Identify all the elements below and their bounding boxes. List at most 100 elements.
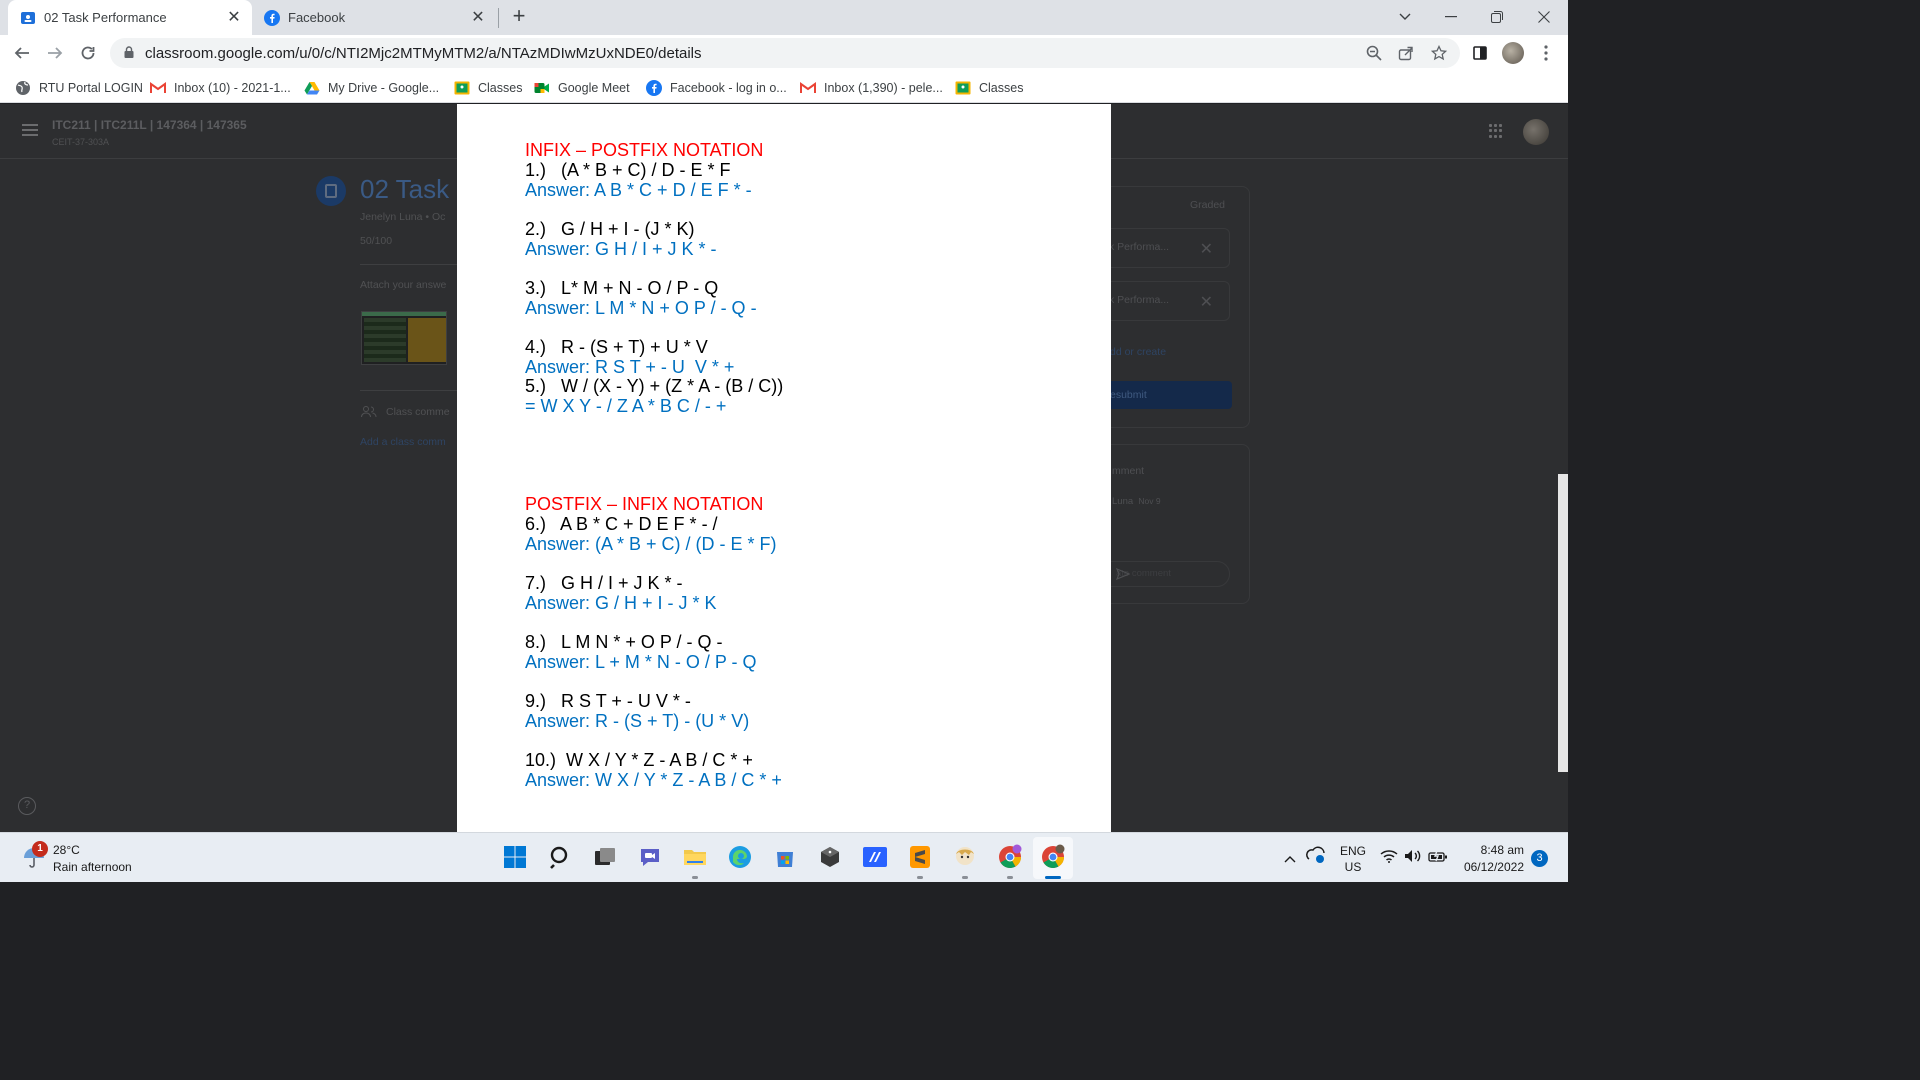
class-section: CEIT-37-303A: [52, 137, 110, 147]
remove-attachment-icon[interactable]: ✕: [1200, 292, 1213, 312]
question-8: 8.) L M N * + O P / - Q -: [525, 632, 723, 652]
chrome-profile-icon[interactable]: [997, 844, 1023, 870]
resubmit-label: esubmit: [1110, 389, 1147, 401]
bookmark-label: Inbox (1,390) - pele...: [824, 81, 943, 95]
tab-search-icon[interactable]: [1382, 0, 1428, 33]
input-language[interactable]: ENG US: [1340, 843, 1366, 875]
bookmark-my-drive[interactable]: My Drive - Google...: [304, 79, 439, 97]
volume-icon[interactable]: [1404, 849, 1422, 866]
address-bar[interactable]: classroom.google.com/u/0/c/NTI2Mjc2MTMyM…: [110, 38, 1460, 68]
bookmark-classes-2[interactable]: Classes: [955, 79, 1023, 97]
game-app-icon[interactable]: [952, 844, 978, 870]
tab-task-performance[interactable]: 02 Task Performance ✕: [8, 0, 252, 35]
assignment-points: 50/100: [360, 235, 393, 247]
bookmark-star-icon[interactable]: [1430, 44, 1448, 62]
question-6: 6.) A B * C + D E F * - /: [525, 514, 718, 534]
question-9: 9.) R S T + - U V * -: [525, 691, 691, 711]
add-class-comment-link[interactable]: Add a class comm: [360, 436, 446, 448]
close-window-button[interactable]: [1521, 0, 1567, 33]
task-view-icon[interactable]: [592, 844, 618, 870]
answer-9: Answer: R - (S + T) - (U * V): [525, 711, 750, 731]
add-or-create-button[interactable]: dd or create: [1110, 346, 1166, 358]
running-indicator: [692, 876, 698, 879]
language-code: ENG: [1340, 844, 1367, 858]
weather-description[interactable]: Rain afternoon: [53, 860, 132, 874]
bookmark-label: Google Meet: [558, 81, 630, 95]
graded-status: Graded: [1190, 199, 1226, 211]
tab-close-icon[interactable]: ✕: [470, 9, 486, 26]
bookmark-facebook[interactable]: Facebook - log in o...: [646, 79, 787, 97]
apps-grid-icon[interactable]: [1489, 124, 1503, 138]
url-text: classroom.google.com/u/0/c/NTI2Mjc2MTMyM…: [145, 45, 702, 62]
zoom-icon[interactable]: [1365, 44, 1383, 62]
restore-button[interactable]: [1474, 0, 1520, 33]
question-2: 2.) G / H + I - (J * K): [525, 219, 695, 239]
profile-avatar[interactable]: [1502, 42, 1524, 64]
attachment-item[interactable]: k Performa... ✕: [1090, 281, 1230, 321]
tab-close-icon[interactable]: ✕: [226, 9, 242, 26]
assignment-author: Jenelyn Luna • Oc: [360, 211, 446, 223]
answer-2: Answer: G H / I + J K * -: [525, 239, 717, 259]
side-panel-icon[interactable]: [1470, 43, 1490, 63]
onedrive-sync-icon[interactable]: [1305, 845, 1327, 868]
infix-postfix-heading: INFIX – POSTFIX NOTATION: [525, 140, 764, 160]
new-tab-button[interactable]: +: [508, 5, 530, 28]
minimize-button[interactable]: [1428, 0, 1474, 33]
clock-time: 8:48 am: [1480, 843, 1524, 857]
chrome-icon[interactable]: [1040, 844, 1066, 870]
chevron-up-icon[interactable]: [1284, 850, 1296, 866]
tab-strip: 02 Task Performance ✕ Facebook ✕ +: [0, 0, 1568, 35]
bookmark-gmail-inbox-2[interactable]: Inbox (1,390) - pele...: [800, 79, 943, 97]
postfix-infix-heading: POSTFIX – INFIX NOTATION: [525, 494, 764, 514]
tab-facebook[interactable]: Facebook ✕: [256, 0, 496, 35]
assignment-title: 02 Task: [360, 174, 450, 204]
hamburger-menu-icon[interactable]: [22, 124, 38, 136]
comment-date: Nov 9: [1138, 496, 1161, 506]
attachment-item[interactable]: k Performa... ✕: [1090, 228, 1230, 268]
remove-attachment-icon[interactable]: ✕: [1200, 239, 1213, 259]
back-arrow-icon[interactable]: [9, 40, 35, 66]
answer-10: Answer: W X / Y * Z - A B / C * +: [525, 770, 782, 790]
share-icon[interactable]: [1397, 44, 1415, 62]
windows-start-icon[interactable]: [502, 844, 528, 870]
resubmit-button[interactable]: esubmit: [1090, 381, 1232, 409]
assignment-icon: [316, 176, 346, 206]
reload-icon[interactable]: [75, 40, 101, 66]
weather-temperature[interactable]: 28°C: [53, 843, 80, 857]
attachment-thumbnail[interactable]: [361, 311, 447, 365]
tab-title: Facebook: [288, 10, 346, 25]
question-1: 1.) (A * B + C) / D - E * F: [525, 160, 731, 180]
question-10: 10.) W X / Y * Z - A B / C * +: [525, 750, 753, 770]
menu-kebab-icon[interactable]: [1536, 43, 1556, 63]
gmail-icon: [150, 80, 166, 96]
account-avatar[interactable]: [1523, 119, 1549, 145]
facebook-icon: [646, 80, 662, 96]
notification-count-badge[interactable]: 3: [1531, 850, 1548, 867]
bookmark-classes[interactable]: Classes: [454, 79, 522, 97]
comment-author-name: Luna: [1112, 496, 1134, 507]
bookmark-google-meet[interactable]: Google Meet: [534, 79, 630, 97]
system-clock[interactable]: 8:48 am 06/12/2022: [1460, 842, 1524, 876]
microsoft-store-icon[interactable]: [772, 844, 798, 870]
tab-separator: [498, 8, 499, 28]
private-comment-input[interactable]: ate comment: [1095, 561, 1230, 587]
chat-icon[interactable]: [637, 844, 663, 870]
bookmark-gmail-inbox[interactable]: Inbox (10) - 2021-1...: [150, 79, 291, 97]
send-icon[interactable]: [1115, 567, 1217, 583]
edge-icon[interactable]: [727, 844, 753, 870]
dice-app-icon[interactable]: [817, 844, 843, 870]
battery-icon[interactable]: [1428, 850, 1448, 866]
file-explorer-icon[interactable]: [682, 844, 708, 870]
search-icon[interactable]: [547, 844, 573, 870]
visual-studio-icon[interactable]: [862, 844, 888, 870]
bookmark-label: Classes: [478, 81, 523, 95]
help-icon[interactable]: ?: [18, 797, 36, 815]
class-comments-label: Class comme: [386, 406, 450, 418]
bookmark-rtu-portal[interactable]: RTU Portal LOGIN: [15, 79, 143, 97]
running-indicator: [1007, 876, 1013, 879]
class-name[interactable]: ITC211 | ITC211L | 147364 | 147365: [52, 118, 247, 132]
sublime-text-icon[interactable]: [907, 844, 933, 870]
scrollbar-thumb[interactable]: [1558, 474, 1568, 772]
wifi-icon[interactable]: [1380, 849, 1398, 866]
forward-arrow-icon[interactable]: [42, 40, 68, 66]
